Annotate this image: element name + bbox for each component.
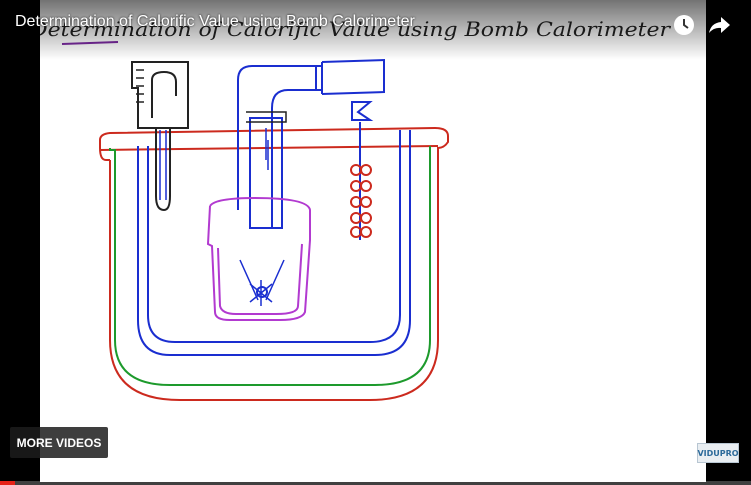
progress-bar-played xyxy=(0,481,16,485)
channel-watermark[interactable]: VIDUPRO xyxy=(697,443,739,463)
crucible-holder-inner xyxy=(217,243,303,315)
video-title[interactable]: Determination of Calorific Value using B… xyxy=(15,13,415,31)
heading-underline xyxy=(61,41,119,45)
bomb-tube-inner xyxy=(271,89,322,228)
share-arrow-icon xyxy=(709,17,730,33)
thermometer-stem xyxy=(155,128,171,212)
video-player[interactable]: Determination of Calorific Value using B… xyxy=(0,0,751,485)
crucible-holder xyxy=(206,196,311,321)
inner-vessel-outer-wall xyxy=(137,130,411,356)
thermometer-hook xyxy=(151,70,177,118)
bomb-valve xyxy=(321,58,385,95)
outer-vessel xyxy=(99,126,449,401)
progress-bar[interactable] xyxy=(0,481,751,485)
more-videos-button[interactable]: MORE VIDEOS xyxy=(10,427,108,458)
letterbox-left xyxy=(0,0,40,485)
clock-icon xyxy=(674,15,694,35)
calorimeter-drawing: Determination of Calorific Value using B… xyxy=(40,17,672,401)
thermometer-stem-blue xyxy=(159,130,167,200)
letterbox-right xyxy=(706,0,751,485)
outer-vessel-rim xyxy=(99,145,439,151)
water-jacket xyxy=(109,146,431,386)
stirrer-motor xyxy=(351,101,374,121)
video-frame[interactable]: Determination of Calorific Value using B… xyxy=(40,0,706,482)
share-button[interactable] xyxy=(705,11,733,39)
watch-later-button[interactable] xyxy=(670,11,698,39)
